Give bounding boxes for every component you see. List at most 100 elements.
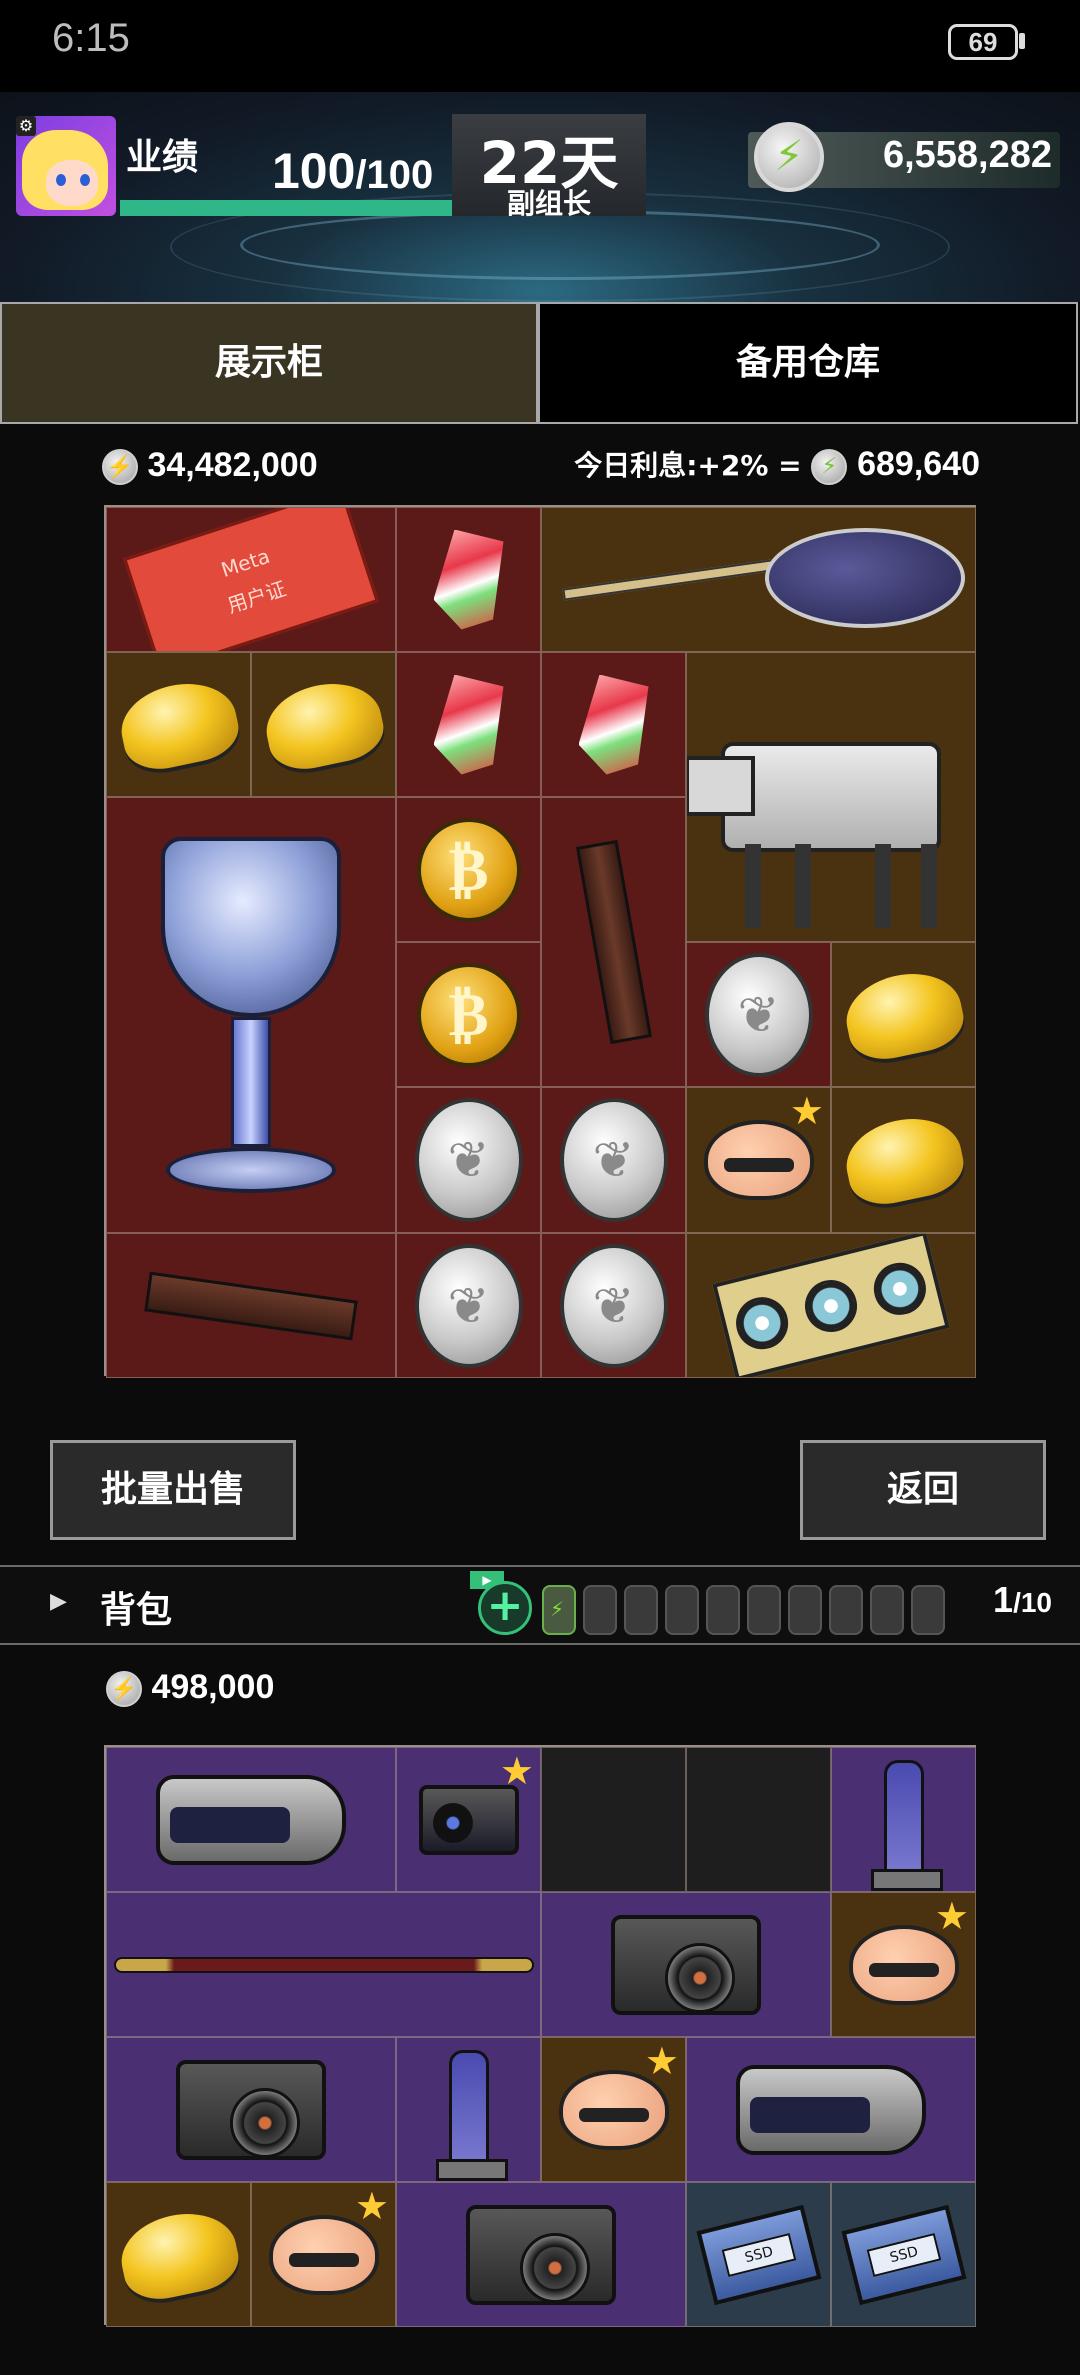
item-camera[interactable] [541,1892,831,2037]
item-plush-bean[interactable]: ★ [831,1892,976,2037]
tab-backup-storage[interactable]: 备用仓库 [538,302,1078,424]
performance-max: /100 [355,153,434,197]
lightning-coin-icon: ⚡ [106,1671,142,1708]
item-silver-coin[interactable]: ❦ [686,942,831,1087]
robot-dog-head [687,756,755,816]
status-bar: 6:15 69 [0,0,1080,92]
robot-dog-leg [745,844,761,928]
item-gold-ingot[interactable] [831,1087,976,1233]
item-silver-coin[interactable]: ❦ [541,1087,686,1233]
item-camera[interactable] [396,2182,686,2327]
star-icon: ★ [499,1749,534,1793]
item-plush-bean[interactable]: ★ [541,2037,686,2182]
item-gem[interactable] [396,652,541,797]
item-silver-coin[interactable]: ❦ [396,1087,541,1233]
item-figurine[interactable] [831,1747,976,1892]
empty-slot[interactable] [686,1747,831,1892]
gem-icon [433,529,504,630]
camera-icon [176,2059,326,2160]
item-gem[interactable] [541,652,686,797]
back-button[interactable]: 返回 [800,1440,1046,1540]
bulk-sell-button[interactable]: 批量出售 [50,1440,296,1540]
item-ssd[interactable]: SSD [831,2182,976,2327]
gem-icon [578,674,649,775]
item-meta-card[interactable]: Meta 用户证 [106,507,396,652]
item-staff[interactable] [106,1892,541,2037]
item-gold-ingot[interactable] [106,652,251,797]
backpack-count-current: 1 [993,1579,1014,1620]
item-silver-coin[interactable]: ❦ [541,1233,686,1378]
item-bitcoin[interactable]: ₿ [396,797,541,942]
performance-value: 100/100 [272,142,433,200]
item-plush-bean[interactable]: ★ [686,1087,831,1233]
item-wooden-bars[interactable] [106,1233,396,1378]
robot-dog-leg [795,844,811,928]
days-panel: 22天 副组长 [452,114,646,220]
backpack-count-max: /10 [1013,1587,1052,1618]
gold-ingot-icon [113,2203,244,2306]
gold-ingot-icon [838,963,969,1066]
star-icon: ★ [934,1894,969,1938]
item-silver-coin[interactable]: ❦ [396,1233,541,1378]
item-camera[interactable] [106,2037,396,2182]
rank-title: 副组长 [506,187,591,220]
display-case-grid: Meta 用户证 ₿ ₿ ❦ ❦ ❦ ★ ❦ ❦ [104,505,976,1378]
gold-ingot-icon [113,673,244,776]
wooden-bar-icon [144,1271,358,1340]
guitar-icon [765,528,965,628]
battery-tip [1019,33,1025,49]
meta-card-logo: Meta [217,542,273,581]
item-figurine[interactable] [396,2037,541,2182]
item-camcorder[interactable]: ★ [396,1747,541,1892]
gear-icon[interactable]: ⚙ [16,116,36,136]
item-bitcoin[interactable]: ₿ [396,942,541,1087]
item-gem[interactable] [396,507,541,652]
empty-slot[interactable] [541,1747,686,1892]
add-slot-button[interactable]: + [478,1581,532,1635]
backpack-grid: ★ ★ ★ ★ SSD SSD [104,1745,976,2327]
backpack-slot-empty [706,1585,740,1635]
star-icon: ★ [789,1089,824,1133]
trophy-icon [161,837,341,1017]
item-vr-headset[interactable] [106,1747,396,1892]
trophy-base [166,1147,336,1193]
backpack-slot-empty [788,1585,822,1635]
ssd-icon: SSD [695,2204,822,2305]
fan-icon [868,1256,932,1320]
gold-ingot-icon [258,673,389,776]
graphics-card-icon [712,1234,950,1377]
camera-icon [466,2204,616,2305]
backpack-value: ⚡ 498,000 [106,1668,275,1708]
camcorder-icon [418,1784,519,1855]
item-gold-ingot[interactable] [106,2182,251,2327]
item-wooden-bars[interactable] [541,797,686,1087]
figurine-icon [870,1759,943,1891]
item-plush-bean[interactable]: ★ [251,2182,396,2327]
item-ssd[interactable]: SSD [686,2182,831,2327]
expand-arrow-icon[interactable]: ▶ [50,1589,67,1614]
item-graphics-card[interactable] [686,1233,976,1378]
item-guitar[interactable] [541,507,976,652]
item-gold-ingot[interactable] [251,652,396,797]
ssd-label: SSD [721,2232,796,2277]
backpack-bar[interactable]: ▶ 背包 ▶ + 1/10 [0,1565,1080,1645]
backpack-slot-empty [665,1585,699,1635]
item-robot-dog[interactable] [686,652,976,942]
item-trophy[interactable] [106,797,396,1233]
backpack-value-amount: 498,000 [151,1668,275,1706]
avatar-eye [80,174,90,186]
camera-icon [611,1914,761,2015]
meta-card-icon: Meta 用户证 [123,508,379,651]
lightning-coin-icon: ⚡ [102,449,138,486]
coin-balance-value: 6,558,282 [882,134,1052,176]
item-vr-headset[interactable] [686,2037,976,2182]
performance-label: 业绩 [126,137,199,178]
trophy-stem [231,1017,271,1147]
silver-coin-icon: ❦ [559,1098,668,1222]
tab-display-case[interactable]: 展示柜 [0,302,538,424]
item-gold-ingot[interactable] [831,942,976,1087]
ssd-label: SSD [866,2232,941,2277]
interest-value: 689,640 [857,445,980,483]
vr-headset-icon [736,2064,926,2155]
backpack-slot-empty [583,1585,617,1635]
